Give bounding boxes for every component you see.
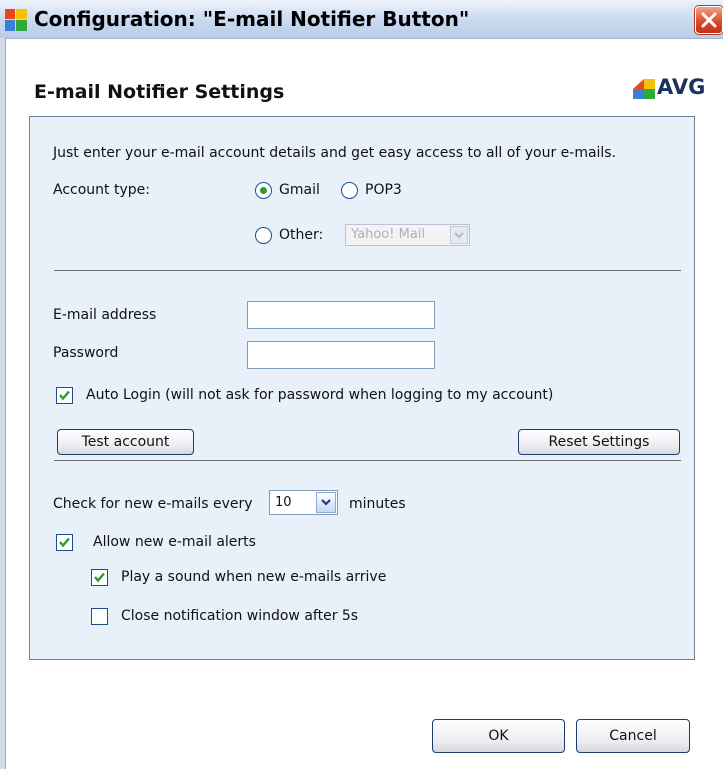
pop3-radio[interactable]	[341, 182, 358, 199]
allow-alerts-label[interactable]: Allow new e-mail alerts	[93, 534, 256, 550]
email-field[interactable]	[247, 301, 435, 329]
other-provider-select[interactable]: Yahoo! Mail	[345, 224, 470, 246]
email-label: E-mail address	[53, 307, 157, 323]
avg-logo-icon	[633, 79, 655, 99]
password-label: Password	[53, 345, 119, 361]
checkmark-icon	[94, 572, 105, 583]
page-title: E-mail Notifier Settings	[34, 81, 285, 103]
logo-text: AVG	[657, 75, 706, 99]
ok-button[interactable]: OK	[432, 719, 565, 753]
pop3-label[interactable]: POP3	[365, 182, 402, 198]
title-bar[interactable]: Configuration: "E-mail Notifier Button"	[0, 0, 723, 39]
chevron-down-icon	[321, 499, 331, 506]
checkmark-icon	[59, 537, 70, 548]
other-label[interactable]: Other:	[279, 227, 323, 243]
gmail-radio[interactable]	[255, 182, 272, 199]
close-icon	[701, 12, 717, 28]
password-field[interactable]	[247, 341, 435, 369]
test-account-button[interactable]: Test account	[57, 429, 194, 455]
window-frame-left	[0, 38, 6, 769]
reset-settings-button[interactable]: Reset Settings	[518, 429, 680, 455]
auto-login-checkbox[interactable]	[56, 387, 73, 404]
checkmark-icon	[59, 390, 70, 401]
auto-login-label[interactable]: Auto Login (will not ask for password wh…	[86, 387, 553, 403]
account-type-label: Account type:	[53, 182, 150, 198]
avg-logo: AVG	[633, 74, 713, 102]
intro-text: Just enter your e-mail account details a…	[53, 145, 617, 161]
radio-selected-dot	[260, 187, 267, 194]
window-title: Configuration: "E-mail Notifier Button"	[34, 7, 470, 31]
other-provider-value: Yahoo! Mail	[351, 227, 426, 242]
play-sound-label[interactable]: Play a sound when new e-mails arrive	[121, 569, 386, 585]
play-sound-checkbox[interactable]	[91, 569, 108, 586]
close-notification-checkbox[interactable]	[91, 608, 108, 625]
section-divider	[54, 460, 681, 461]
cancel-button[interactable]: Cancel	[576, 719, 690, 753]
avg-app-icon	[5, 9, 27, 31]
close-notification-label[interactable]: Close notification window after 5s	[121, 608, 358, 624]
check-interval-select[interactable]: 10	[269, 490, 338, 515]
allow-alerts-checkbox[interactable]	[56, 534, 73, 551]
configuration-window: Configuration: "E-mail Notifier Button" …	[0, 0, 723, 769]
check-interval-suffix: minutes	[349, 496, 406, 512]
chevron-down-icon	[454, 232, 464, 239]
check-interval-prefix: Check for new e-mails every	[53, 496, 253, 512]
other-radio[interactable]	[255, 227, 272, 244]
check-interval-dropdown-button[interactable]	[316, 492, 336, 513]
other-provider-dropdown-button[interactable]	[450, 226, 468, 244]
section-divider	[54, 270, 681, 271]
gmail-label[interactable]: Gmail	[279, 182, 320, 198]
settings-panel: Just enter your e-mail account details a…	[29, 116, 695, 660]
close-button[interactable]	[695, 6, 723, 34]
check-interval-value: 10	[275, 495, 292, 510]
